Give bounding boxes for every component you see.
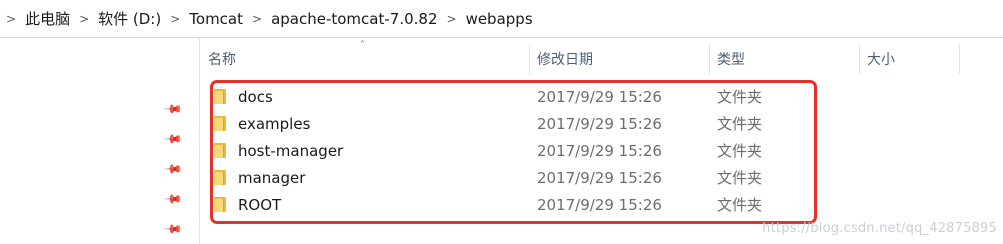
address-bar[interactable]: > 此电脑 > 软件 (D:) > Tomcat > apache-tomcat… xyxy=(0,0,1003,38)
pin-icon[interactable]: 📌 xyxy=(163,159,183,179)
pin-icon[interactable]: 📌 xyxy=(163,129,183,149)
column-date-modified[interactable]: 修改日期 xyxy=(529,38,709,74)
chevron-right-icon[interactable]: > xyxy=(70,12,98,26)
breadcrumb-drive-d[interactable]: 软件 (D:) xyxy=(98,8,161,29)
column-size[interactable]: 大小 xyxy=(859,38,959,74)
breadcrumb-apache-tomcat[interactable]: apache-tomcat-7.0.82 xyxy=(271,10,437,28)
column-name[interactable]: 名称 xyxy=(200,38,530,74)
chevron-right-icon[interactable]: > xyxy=(161,12,189,26)
watermark: https://blog.csdn.net/qq_42875895 xyxy=(762,221,997,236)
highlight-box xyxy=(210,80,817,224)
chevron-right-icon[interactable]: > xyxy=(0,12,25,26)
breadcrumb-tomcat[interactable]: Tomcat xyxy=(189,10,243,28)
pin-icon[interactable]: 📌 xyxy=(163,99,183,119)
chevron-right-icon[interactable]: > xyxy=(243,12,271,26)
column-header: ˄ 名称 修改日期 类型 大小 xyxy=(200,38,1003,79)
pin-icon[interactable]: 📌 xyxy=(163,219,183,239)
navigation-pane[interactable]: 📌 📌 📌 📌 📌 xyxy=(0,38,200,244)
breadcrumb-this-pc[interactable]: 此电脑 xyxy=(25,8,70,29)
column-type[interactable]: 类型 xyxy=(709,38,859,74)
chevron-right-icon[interactable]: > xyxy=(438,12,466,26)
breadcrumb-webapps[interactable]: webapps xyxy=(466,10,533,28)
column-divider[interactable] xyxy=(959,44,960,74)
pin-icon[interactable]: 📌 xyxy=(163,189,183,209)
